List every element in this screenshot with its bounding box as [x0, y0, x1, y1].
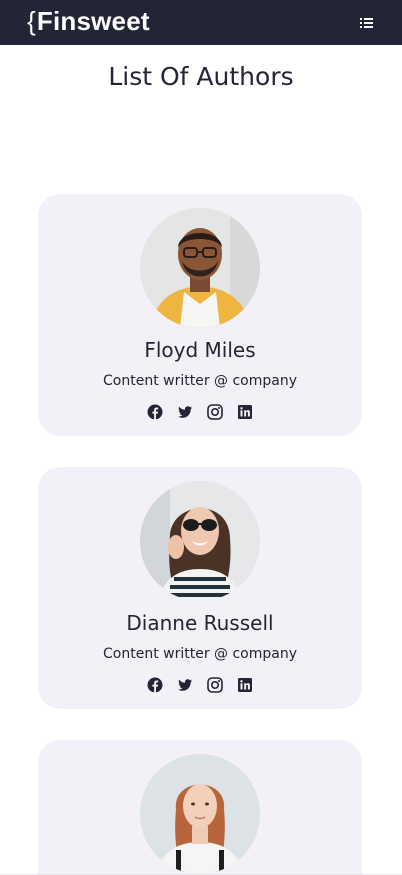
twitter-icon[interactable]	[177, 677, 193, 693]
author-avatar	[140, 754, 260, 874]
social-links	[38, 404, 362, 420]
author-avatar	[140, 481, 260, 601]
navbar: { Finsweet	[0, 0, 402, 45]
twitter-icon[interactable]	[177, 404, 193, 420]
author-name: Floyd Miles	[144, 338, 256, 362]
menu-button[interactable]	[354, 13, 378, 33]
author-card[interactable]	[38, 740, 362, 875]
author-card[interactable]: Floyd Miles Content writter @ company	[38, 194, 362, 436]
author-avatar	[140, 208, 260, 328]
logo-brace: {	[27, 5, 36, 36]
logo-text: Finsweet	[36, 5, 150, 36]
page-title: List Of Authors	[108, 62, 294, 91]
social-links	[38, 677, 362, 693]
author-role: Content writter @ company	[103, 646, 297, 662]
linkedin-icon[interactable]	[237, 677, 253, 693]
instagram-icon[interactable]	[207, 677, 223, 693]
author-name: Dianne Russell	[126, 611, 274, 635]
author-role: Content writter @ company	[103, 373, 297, 389]
finsweet-logo[interactable]: { Finsweet	[27, 5, 150, 37]
facebook-icon[interactable]	[147, 677, 163, 693]
facebook-icon[interactable]	[147, 404, 163, 420]
list-icon	[360, 18, 373, 28]
author-card[interactable]: Dianne Russell Content writter @ company	[38, 467, 362, 709]
instagram-icon[interactable]	[207, 404, 223, 420]
linkedin-icon[interactable]	[237, 404, 253, 420]
